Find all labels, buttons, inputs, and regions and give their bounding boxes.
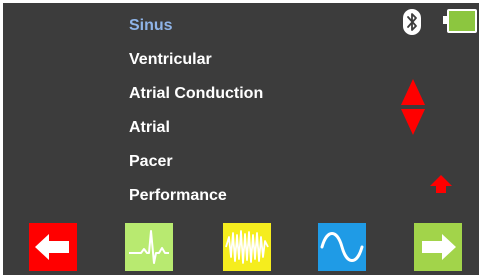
menu-item-ventricular[interactable]: Ventricular [129,49,263,83]
noise-waveform-icon [225,230,269,264]
ecg-waveform-icon [129,230,169,264]
forward-button[interactable] [414,223,462,271]
up-down-arrows-icon[interactable] [401,79,425,135]
bluetooth-icon [403,9,421,35]
up-arrow-icon [430,175,452,193]
menu-item-atrial[interactable]: Atrial [129,117,263,151]
device-screen: Sinus Ventricular Atrial Conduction Atri… [3,3,479,275]
sine-wave-icon [320,232,364,262]
battery-full-icon [443,9,477,33]
menu-item-atrial-conduction[interactable]: Atrial Conduction [129,83,263,117]
menu-item-pacer[interactable]: Pacer [129,151,263,185]
menu-item-sinus[interactable]: Sinus [129,15,263,49]
back-arrow-icon [35,234,69,260]
rhythm-menu: Sinus Ventricular Atrial Conduction Atri… [129,15,263,219]
ecg-waveform-button[interactable] [125,223,173,271]
forward-arrow-icon [422,234,456,260]
sine-wave-button[interactable] [318,223,366,271]
noise-waveform-button[interactable] [223,223,271,271]
menu-item-performance[interactable]: Performance [129,185,263,219]
back-button[interactable] [29,223,77,271]
